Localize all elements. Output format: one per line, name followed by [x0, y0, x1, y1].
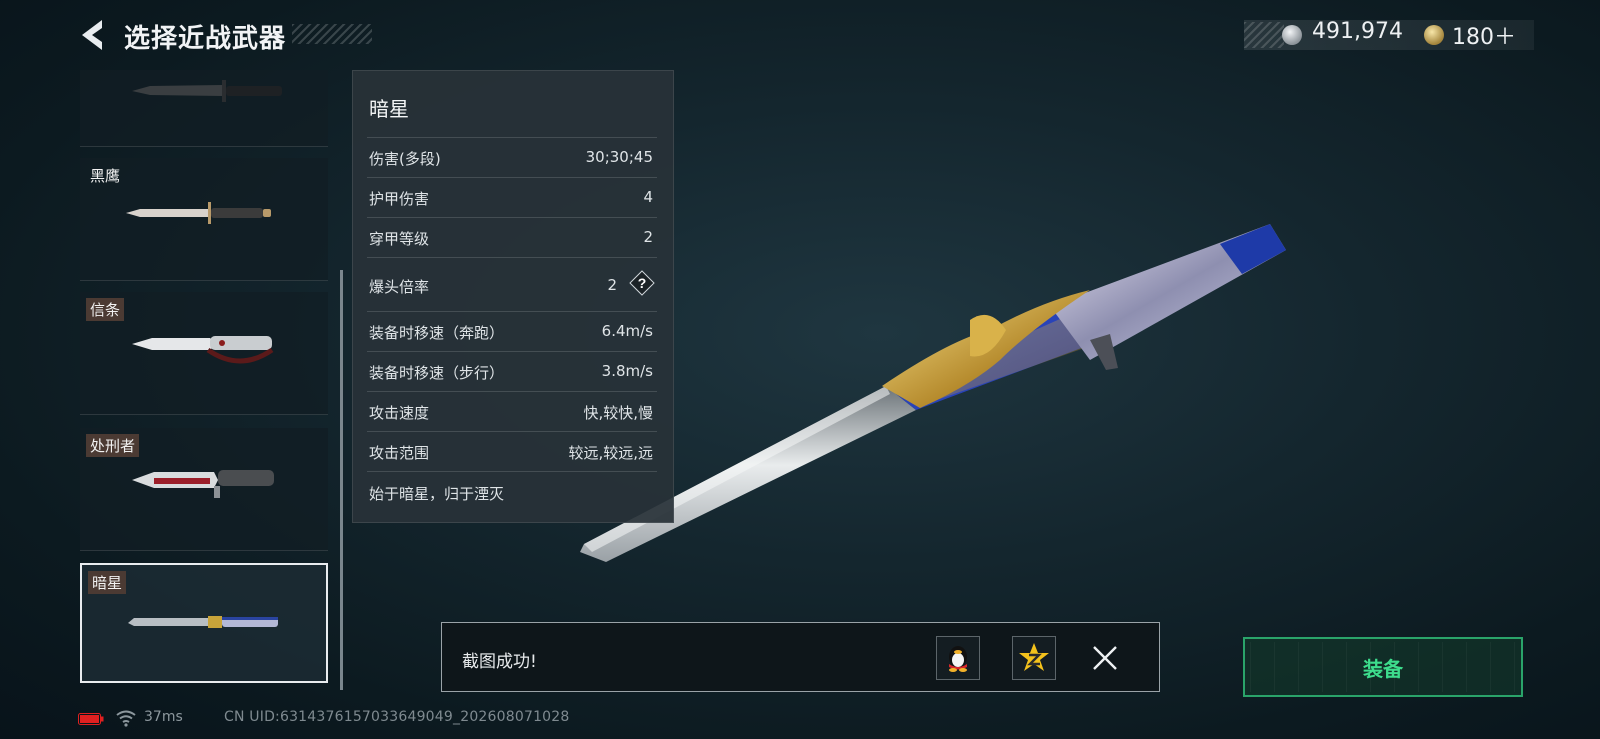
stat-divider — [367, 471, 657, 472]
battery-icon — [78, 713, 104, 725]
stat-label: 爆头倍率 — [369, 278, 430, 296]
gold-coin-icon — [1424, 25, 1444, 45]
stat-value: 2 — [643, 228, 653, 246]
stat-row-armor-damage: 护甲伤害 4 — [367, 177, 657, 218]
close-icon[interactable] — [1090, 643, 1120, 673]
page-title: 选择近战武器 — [124, 24, 287, 54]
stat-row-headshot: 爆头倍率 2 ? — [367, 257, 657, 312]
weapon-card-label: 暗星 — [88, 571, 127, 594]
stat-label: 攻击速度 — [369, 404, 430, 422]
qq-share-button[interactable] — [936, 636, 980, 680]
equip-button-label: 装备 — [1363, 656, 1403, 681]
weapon-card-label: 处刑者 — [86, 434, 140, 457]
black-hawk-knife-icon — [126, 202, 271, 224]
user-uid: CN UID:6314376157033649049_202608071028 — [224, 709, 570, 725]
stat-label: 装备时移速（奔跑） — [369, 324, 505, 342]
help-icon[interactable]: ? — [629, 270, 655, 296]
silver-amount: 491,974 — [1312, 19, 1403, 44]
stat-label: 装备时移速（步行） — [369, 364, 505, 382]
wifi-icon — [116, 710, 136, 727]
qzone-share-button[interactable] — [1012, 636, 1056, 680]
weapon-stats-panel: 暗星 伤害(多段) 30;30;45 护甲伤害 4 穿甲等级 2 爆头倍率 2 … — [352, 70, 674, 523]
gold-amount[interactable]: 180＋ — [1452, 19, 1516, 51]
stat-value: 3.8m/s — [601, 362, 653, 380]
weapon-card-4[interactable]: 处刑者 — [80, 428, 328, 551]
stat-value: 30;30;45 — [585, 148, 653, 166]
list-scrollbar[interactable] — [340, 270, 343, 690]
weapon-card-label: 黑鹰 — [90, 167, 121, 185]
title-decoration — [292, 24, 372, 44]
combat-knife-icon — [132, 80, 282, 102]
stat-row-attack-speed: 攻击速度 快,较快,慢 — [367, 391, 657, 432]
stat-value: 快,较快,慢 — [583, 404, 653, 422]
stat-value: 6.4m/s — [601, 322, 653, 340]
dark-star-knife-icon — [128, 616, 278, 628]
weapon-card-5-selected[interactable]: 暗星 — [80, 563, 328, 683]
stat-label: 穿甲等级 — [369, 230, 430, 248]
network-latency: 37ms — [144, 709, 183, 725]
back-arrow-icon[interactable] — [78, 18, 108, 52]
stat-row-penetration: 穿甲等级 2 — [367, 217, 657, 258]
dark-star-katana-image — [580, 224, 1286, 562]
screenshot-toast: 截图成功! — [441, 622, 1160, 692]
executioner-knife-icon — [132, 470, 274, 498]
stat-row-run-speed: 装备时移速（奔跑） 6.4m/s — [367, 311, 657, 352]
help-glyph: ? — [638, 275, 647, 291]
qzone-star-icon — [1019, 643, 1049, 671]
stat-label: 伤害(多段) — [369, 150, 441, 168]
weapon-name: 暗星 — [369, 97, 409, 121]
stat-value: 4 — [643, 188, 653, 206]
weapon-card-2[interactable]: 黑鹰 — [80, 158, 328, 281]
toast-message: 截图成功! — [462, 652, 537, 672]
stat-row-attack-range: 攻击范围 较远,较远,远 — [367, 431, 657, 472]
equip-button[interactable]: 装备 — [1243, 637, 1523, 697]
stat-label: 护甲伤害 — [369, 190, 430, 208]
silver-coin-icon — [1282, 25, 1302, 45]
weapon-card-1[interactable] — [80, 70, 328, 147]
weapon-card-3[interactable]: 信条 — [80, 292, 328, 415]
stat-row-damage: 伤害(多段) 30;30;45 — [367, 137, 657, 178]
weapon-card-label: 信条 — [86, 298, 125, 321]
creed-knife-icon — [132, 336, 274, 364]
stat-label: 攻击范围 — [369, 444, 430, 462]
currency-decoration — [1244, 22, 1284, 48]
weapon-description: 始于暗星，归于湮灭 — [369, 485, 505, 503]
stat-value: 较远,较远,远 — [568, 444, 653, 462]
stat-row-walk-speed: 装备时移速（步行） 3.8m/s — [367, 351, 657, 392]
stat-value: 2 — [607, 276, 617, 294]
qq-penguin-icon — [949, 646, 967, 672]
